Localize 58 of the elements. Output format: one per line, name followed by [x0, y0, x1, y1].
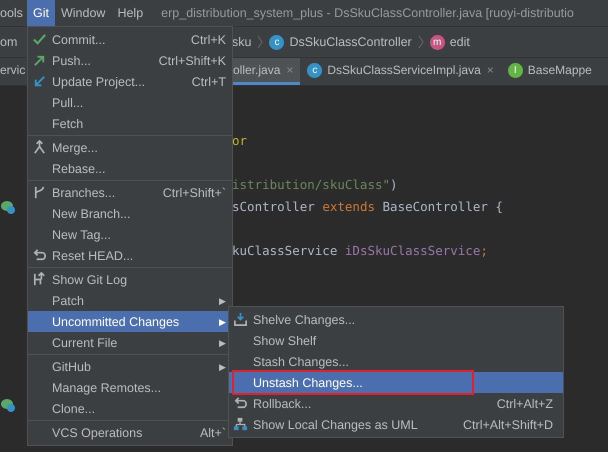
- class-icon: c: [307, 62, 322, 78]
- bean-icon[interactable]: [0, 199, 16, 215]
- menu-item[interactable]: Manage Remotes...: [28, 377, 232, 398]
- menu-item[interactable]: VCS Operations Alt+`: [28, 422, 232, 443]
- menu-item[interactable]: Current File ▶: [28, 332, 232, 353]
- arrow-icon: [32, 74, 47, 89]
- editor-tab[interactable]: c DsSkuClassServiceImpl.java ×: [300, 58, 501, 85]
- breadcrumb[interactable]: DsSkuClassController: [289, 35, 412, 49]
- menu-item[interactable]: Clone...: [28, 398, 232, 419]
- menu-item[interactable]: Show Shelf: [229, 330, 563, 351]
- branch-icon: [32, 185, 47, 200]
- code-line: istribution/skuClass"): [232, 176, 399, 194]
- chevron-icon: [418, 35, 424, 49]
- menu-item[interactable]: Pull...: [28, 92, 232, 113]
- undo-icon: [233, 396, 248, 411]
- menu-item[interactable]: Commit... Ctrl+K: [28, 29, 232, 50]
- log-icon: [32, 272, 47, 287]
- code-line: or: [232, 132, 248, 150]
- menu-item[interactable]: Show Local Changes as UML Ctrl+Alt+Shift+D: [229, 414, 563, 435]
- breadcrumb[interactable]: om: [0, 35, 18, 49]
- menu-item[interactable]: Help: [111, 0, 150, 26]
- breadcrumb[interactable]: sku: [232, 35, 252, 49]
- menu-item[interactable]: GitHub ▶: [28, 356, 232, 377]
- menu-item[interactable]: Rebase...: [28, 158, 232, 179]
- menu-item[interactable]: Unstash Changes...: [229, 372, 563, 393]
- menu-item[interactable]: Git: [27, 0, 55, 26]
- menu-item[interactable]: Update Project... Ctrl+T: [28, 71, 232, 92]
- menu-item[interactable]: Push... Ctrl+Shift+K: [28, 50, 232, 71]
- menu-item[interactable]: Merge...: [28, 137, 232, 158]
- window-title: erp_distribution_system_plus - DsSkuClassController.java [ruoyi-distributio: [161, 6, 574, 20]
- diagram-icon: [233, 417, 248, 432]
- code-line: sController extends BaseController {: [232, 198, 503, 216]
- menu-item[interactable]: Fetch: [28, 113, 232, 134]
- menu-item[interactable]: New Tag...: [28, 224, 232, 245]
- menu-item[interactable]: Shelve Changes...: [229, 309, 563, 330]
- close-icon[interactable]: ×: [486, 63, 494, 77]
- class-icon: c: [269, 34, 284, 50]
- menu-item[interactable]: Reset HEAD...: [28, 245, 232, 266]
- arrow-icon: [32, 53, 47, 68]
- menu-item[interactable]: Rollback... Ctrl+Alt+Z: [229, 393, 563, 414]
- undo-icon: [32, 248, 47, 263]
- breadcrumb[interactable]: edit: [450, 35, 470, 49]
- code-line: kuClassService iDsSkuClassService;: [232, 242, 489, 260]
- menu-item[interactable]: Window: [54, 0, 112, 26]
- editor-tab[interactable]: I BaseMappe: [500, 58, 599, 85]
- interface-icon: I: [508, 62, 523, 78]
- bean-icon[interactable]: [0, 397, 16, 413]
- menu-item[interactable]: New Branch...: [28, 203, 232, 224]
- chevron-icon: [257, 35, 264, 49]
- method-icon: m: [430, 34, 445, 50]
- menu-item[interactable]: Branches... Ctrl+Shift+`: [28, 182, 232, 203]
- merge-icon: [32, 140, 47, 155]
- shelve-icon: [233, 312, 248, 327]
- menu-item[interactable]: ools: [0, 0, 27, 26]
- menu-item[interactable]: Stash Changes...: [229, 351, 563, 372]
- check-icon: [32, 32, 47, 47]
- menu-item[interactable]: Show Git Log: [28, 269, 232, 290]
- menu-item[interactable]: Patch ▶: [28, 290, 232, 311]
